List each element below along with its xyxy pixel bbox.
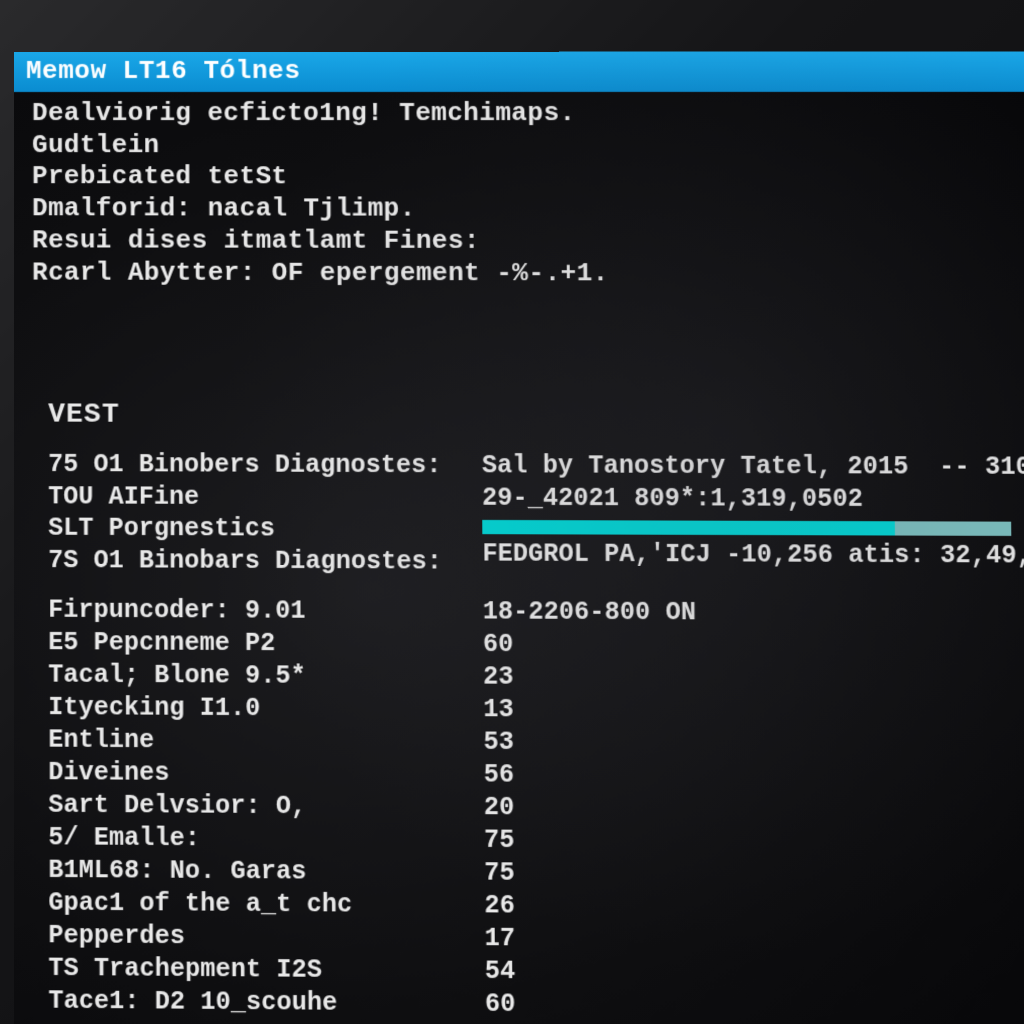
diag-line: SLT Porgnestics [48,513,482,546]
section-heading: VEST [14,400,1024,434]
table-row: Diveines56 [48,757,1024,795]
table-row: Entline53 [48,725,1024,763]
row-value: 54 [485,956,1024,993]
diagnostics-block: 75 O1 Binobers Diagnostes: TOU AIFine SL… [14,449,1024,580]
row-label: Sart Delvsior: O, [48,790,484,825]
row-value: 60 [485,989,1024,1024]
diag-line: TOU AIFine [48,481,482,514]
table-row: Tacal; Blone 9.5*23 [48,660,1024,697]
intro-line: Resui dises itmatlamt Fines: [32,225,1024,258]
row-label: Firpuncoder: 9.01 [48,595,483,629]
intro-line: Gudtlein [32,130,1024,162]
table-row: Firpuncoder: 9.0118-2206-800 ON [48,595,1024,631]
diag-info-line: Sal by Tanostory Tatel, 2015 -- 310 [482,450,1024,484]
progress-bar-fill [482,520,894,536]
row-value: 56 [484,759,1024,795]
intro-line: Rcarl Abytter: OF epergement -%-.+1. [32,257,1024,290]
intro-block: Dealviorig ecficto1ng! Temchimaps. Gudtl… [14,92,1024,290]
progress-bar [482,520,1011,536]
row-label: TS Trachepment I2S [48,953,484,989]
section-heading-text: VEST [48,400,120,431]
readings-table: Firpuncoder: 9.0118-2206-800 ON E5 Pepcn… [14,595,1024,1024]
table-row: Ityecking I1.013 [48,692,1024,729]
row-value: 75 [484,825,1024,861]
row-label: Gpac1 of the a_t chc [48,887,484,922]
diag-info-line: 29-_42021 809*:1,319,0502 [482,482,1024,516]
row-label: 5/ Emalle: [48,822,484,857]
title-bar-text: Memow LT16 Tólnes [26,56,300,86]
row-label: B1ML68: No. Garas [48,855,484,890]
row-label: Pepperdes [48,920,484,956]
row-value: 13 [483,694,1024,729]
table-row: Tace1: D2 10_scouhe60 [48,985,1024,1024]
row-value: 53 [483,727,1024,762]
row-label: E5 Pepcnneme P2 [48,627,483,661]
row-value: 20 [484,792,1024,828]
diag-line: 75 O1 Binobers Diagnostes: [48,449,482,482]
row-label: Tacal; Blone 9.5* [48,660,483,694]
intro-line: Prebicated tetSt [32,162,1024,194]
diagnostics-right: Sal by Tanostory Tatel, 2015 -- 310 29-_… [482,450,1024,580]
intro-line: Dmalforid: nacal Tjlimp. [32,193,1024,226]
diag-info-line: FEDGROL PA,'ICJ -10,256 atis: 32,49,K [482,539,1024,573]
row-value: 17 [484,923,1024,960]
row-value: 18-2206-800 ON [483,596,1024,631]
row-label: Ityecking I1.0 [48,692,483,727]
row-label: Tace1: D2 10_scouhe [48,985,485,1021]
monitor-bezel: Memow LT16 Tólnes Dealviorig ecficto1ng!… [0,0,1024,1024]
diagnostics-left: 75 O1 Binobers Diagnostes: TOU AIFine SL… [48,449,482,578]
row-value: 60 [483,629,1024,664]
row-value: 75 [484,857,1024,893]
diag-line: 7S O1 Binobars Diagnostes: [48,545,482,578]
row-value: 23 [483,662,1024,697]
intro-line: Dealviorig ecficto1ng! Temchimaps. [32,98,1024,130]
row-value: 26 [484,890,1024,926]
title-bar: Memow LT16 Tólnes [14,52,1024,92]
table-row: E5 Pepcnneme P260 [48,627,1024,664]
screen: Memow LT16 Tólnes Dealviorig ecficto1ng!… [14,52,1024,1024]
row-label: Entline [48,725,483,760]
row-label: Diveines [48,757,483,792]
